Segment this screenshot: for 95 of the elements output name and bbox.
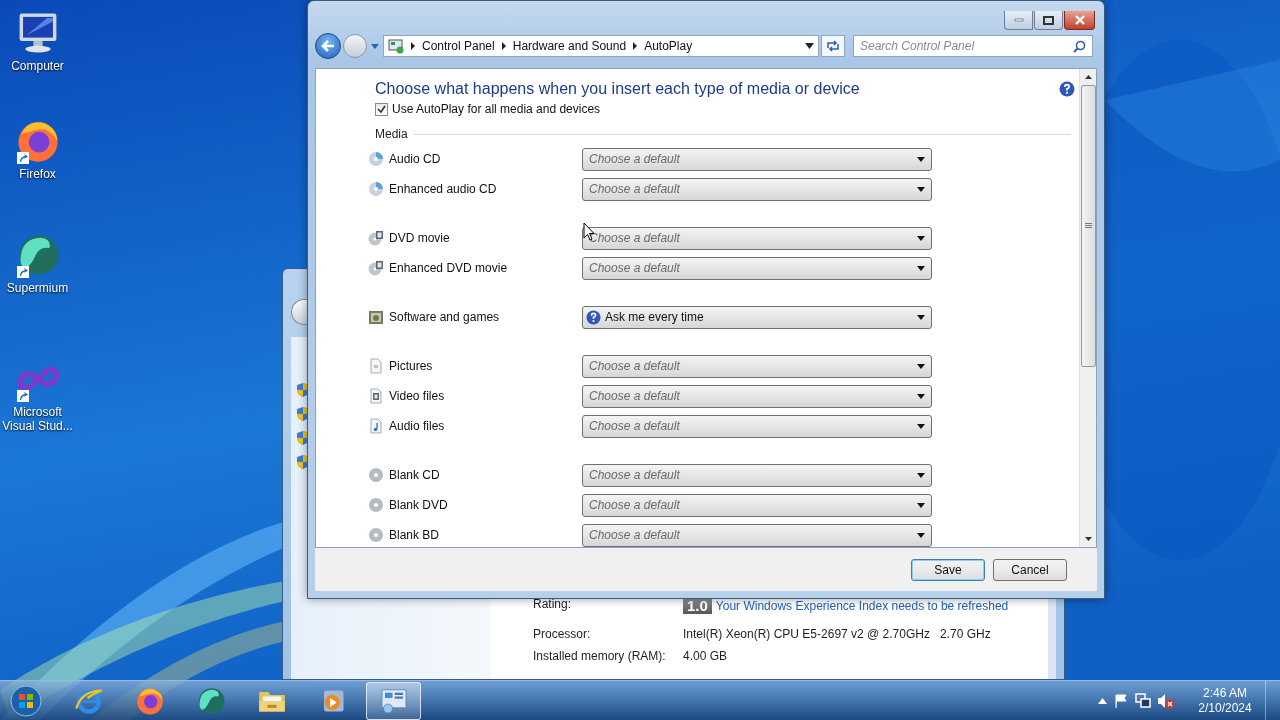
maximize-button[interactable] xyxy=(1034,11,1063,30)
detail-label: Installed memory (RAM): xyxy=(533,649,667,663)
refresh-button[interactable] xyxy=(821,35,845,57)
clock-time: 2:46 AM xyxy=(1203,685,1247,701)
desktop-icon-label[interactable]: Supermium xyxy=(0,281,75,295)
detail-value: 4.00 GB xyxy=(683,649,728,663)
grip-icon xyxy=(1084,223,1092,229)
caret-icon xyxy=(917,423,925,429)
document-icon xyxy=(368,358,384,374)
refresh-icon xyxy=(825,39,841,53)
network-icon[interactable] xyxy=(1135,692,1151,709)
caret-icon xyxy=(917,314,925,320)
action-dropdown[interactable]: Choose a default xyxy=(582,177,932,201)
caret-icon[interactable] xyxy=(805,43,814,49)
disc-film-icon xyxy=(368,260,384,276)
desktop-icon-label[interactable]: Microsoft Visual Stud... xyxy=(0,405,75,433)
scroll-down-icon[interactable] xyxy=(1084,537,1092,541)
caret-icon xyxy=(917,156,925,162)
breadcrumb[interactable]: Hardware and Sound xyxy=(512,39,627,53)
chevron-icon[interactable] xyxy=(500,42,507,50)
action-dropdown[interactable]: Choose a default xyxy=(582,354,932,378)
flag-icon[interactable] xyxy=(1113,692,1129,709)
detail-label: Processor: xyxy=(533,627,592,641)
detail-label: Rating: xyxy=(533,597,573,611)
minimize-icon xyxy=(1013,18,1024,22)
disc-icon xyxy=(368,467,384,483)
desktop-icon-label[interactable]: Firefox xyxy=(0,167,75,181)
chevron-icon[interactable] xyxy=(632,42,639,50)
desktop-icon-label[interactable]: Computer xyxy=(0,59,75,73)
clock-date: 2/10/2024 xyxy=(1198,700,1252,716)
disc-icon xyxy=(368,497,384,513)
question-icon xyxy=(586,309,601,325)
disc-film-icon xyxy=(368,230,384,246)
control-panel-icon xyxy=(388,38,404,54)
action-dropdown[interactable]: Choose a default xyxy=(582,463,932,487)
film-document-icon xyxy=(368,388,384,404)
caret-icon xyxy=(917,265,925,271)
software-box-icon xyxy=(368,309,384,325)
caret-icon xyxy=(917,363,925,369)
action-dropdown[interactable]: Choose a default xyxy=(582,147,932,171)
action-dropdown[interactable]: Choose a default xyxy=(582,384,932,408)
action-dropdown[interactable]: Choose a default xyxy=(582,493,932,517)
taskbar-button[interactable] xyxy=(366,681,421,720)
action-dropdown[interactable]: Choose a default xyxy=(582,523,932,547)
media-type-label: Pictures xyxy=(389,359,433,373)
caret-icon xyxy=(917,235,925,241)
detail-value: Intel(R) Xeon(R) CPU E5-2697 v2 @ 2.70GHz 2.70 GHz xyxy=(683,627,991,641)
page-heading: Choose what happens when you insert each type of media or device xyxy=(375,79,860,99)
windows-orb-icon xyxy=(10,684,42,717)
maximize-icon xyxy=(1043,15,1054,25)
action-dropdown[interactable]: Choose a default xyxy=(582,256,932,280)
disc-icon xyxy=(368,151,384,167)
back-arrow-icon xyxy=(320,39,336,53)
caret-icon xyxy=(917,472,925,478)
media-type-label: Software and games xyxy=(389,310,500,324)
checkbox[interactable] xyxy=(375,102,388,116)
back-button[interactable] xyxy=(291,299,307,325)
media-type-label: Blank DVD xyxy=(389,498,448,512)
music-document-icon xyxy=(368,418,384,434)
muted-speaker-icon[interactable] xyxy=(1157,692,1175,709)
caret-icon xyxy=(917,532,925,538)
media-type-label: DVD movie xyxy=(389,231,450,245)
scrollbar[interactable] xyxy=(1079,69,1096,547)
disc-icon xyxy=(368,527,384,543)
media-type-label: Audio CD xyxy=(389,152,441,166)
caret-icon xyxy=(917,186,925,192)
media-type-label: Blank CD xyxy=(389,468,440,482)
action-dropdown[interactable]: Ask me every time xyxy=(582,305,932,329)
disc-icon xyxy=(368,181,384,197)
search-icon xyxy=(1073,40,1086,53)
media-type-label: Video files xyxy=(389,389,445,403)
breadcrumb[interactable]: AutoPlay xyxy=(644,39,693,53)
dialog-button[interactable]: Cancel xyxy=(993,558,1067,581)
section-heading: Media xyxy=(375,127,408,141)
address-bar[interactable]: Control Panel Hardware and Sound AutoPlay xyxy=(383,35,819,57)
close-button[interactable] xyxy=(1064,11,1095,30)
back-button[interactable] xyxy=(315,33,341,59)
media-type-label: Blank BD xyxy=(389,528,440,542)
media-type-label: Enhanced DVD movie xyxy=(389,261,508,275)
close-icon xyxy=(1073,15,1086,25)
chevron-icon[interactable] xyxy=(410,42,416,50)
breadcrumb[interactable]: Control Panel xyxy=(422,39,495,53)
media-type-label: Enhanced audio CD xyxy=(389,182,497,196)
experience-index-link[interactable]: Your Windows Experience Index needs to be refreshed xyxy=(715,598,1009,613)
action-dropdown[interactable]: Choose a default xyxy=(582,226,932,250)
caret-icon xyxy=(917,393,925,399)
dialog-button[interactable]: Save xyxy=(911,558,985,581)
caret-icon xyxy=(917,502,925,508)
minimize-button[interactable] xyxy=(1004,11,1033,30)
media-type-label: Audio files xyxy=(389,419,445,433)
search-field[interactable]: Search Control Panel xyxy=(853,35,1093,57)
action-dropdown[interactable]: Choose a default xyxy=(582,414,932,438)
scroll-up-icon[interactable] xyxy=(1084,75,1092,79)
checkbox-label: Use AutoPlay for all media and devices xyxy=(392,102,601,116)
help-icon[interactable] xyxy=(1059,81,1075,97)
